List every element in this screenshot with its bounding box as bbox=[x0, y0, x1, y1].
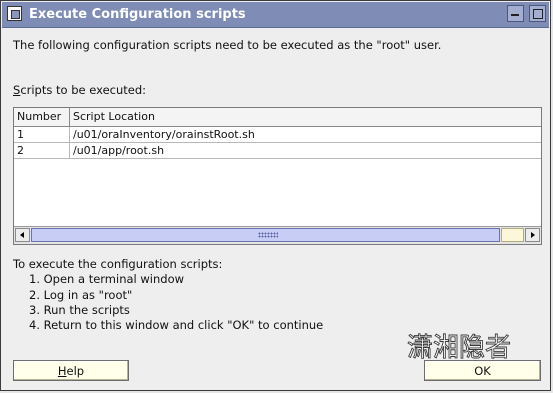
ok-button[interactable]: OK bbox=[424, 360, 541, 381]
help-button[interactable]: Help bbox=[13, 360, 129, 381]
scrollbar-track[interactable] bbox=[501, 228, 524, 242]
scripts-to-be-executed-label: Scripts to be executed: bbox=[13, 83, 146, 97]
window-menu-icon[interactable] bbox=[7, 6, 22, 21]
table-row[interactable]: 2 /u01/app/root.sh bbox=[14, 143, 541, 159]
horizontal-scrollbar[interactable] bbox=[14, 226, 541, 244]
scrollbar-thumb[interactable] bbox=[31, 228, 500, 242]
help-mnemonic: H bbox=[57, 364, 67, 378]
scrollbar-grip-icon bbox=[258, 232, 278, 238]
instructions-heading: To execute the configuration scripts: bbox=[13, 257, 223, 271]
row-location-cell: /u01/oraInventory/orainstRoot.sh bbox=[73, 128, 255, 141]
execute-configuration-scripts-dialog: Execute Configuration scripts The follow… bbox=[0, 0, 551, 391]
instruction-step: 1. Open a terminal window bbox=[29, 272, 185, 287]
window-title: Execute Configuration scripts bbox=[29, 7, 246, 22]
instructions: To execute the configuration scripts: 1.… bbox=[13, 257, 323, 333]
minimize-button[interactable] bbox=[507, 5, 524, 22]
instruction-step: 3. Run the scripts bbox=[29, 302, 130, 317]
intro-text: The following configuration scripts need… bbox=[13, 38, 442, 52]
row-location-cell: /u01/app/root.sh bbox=[73, 144, 165, 157]
scroll-right-arrow-icon[interactable] bbox=[525, 228, 540, 242]
title-bar[interactable]: Execute Configuration scripts bbox=[2, 2, 549, 28]
instruction-step: 2. Log in as "root" bbox=[29, 287, 133, 302]
row-number-cell: 2 bbox=[14, 143, 70, 158]
scripts-label-text: cripts to be executed: bbox=[20, 83, 147, 97]
table-header: Number Script Location bbox=[14, 108, 541, 127]
scripts-table: Number Script Location 1 /u01/oraInvento… bbox=[13, 107, 542, 245]
row-number-cell: 1 bbox=[14, 127, 70, 142]
column-header-number[interactable]: Number bbox=[14, 108, 70, 126]
watermark: 潇湘隐者 bbox=[407, 333, 512, 364]
table-row[interactable]: 1 /u01/oraInventory/orainstRoot.sh bbox=[14, 127, 541, 143]
maximize-button[interactable] bbox=[529, 5, 546, 22]
column-header-script-location[interactable]: Script Location bbox=[70, 108, 541, 126]
watermark-text: 潇湘隐者 bbox=[407, 333, 511, 363]
scroll-left-arrow-icon[interactable] bbox=[15, 228, 30, 242]
help-label: elp bbox=[66, 364, 85, 378]
instruction-step: 4. Return to this window and click "OK" … bbox=[29, 318, 324, 333]
